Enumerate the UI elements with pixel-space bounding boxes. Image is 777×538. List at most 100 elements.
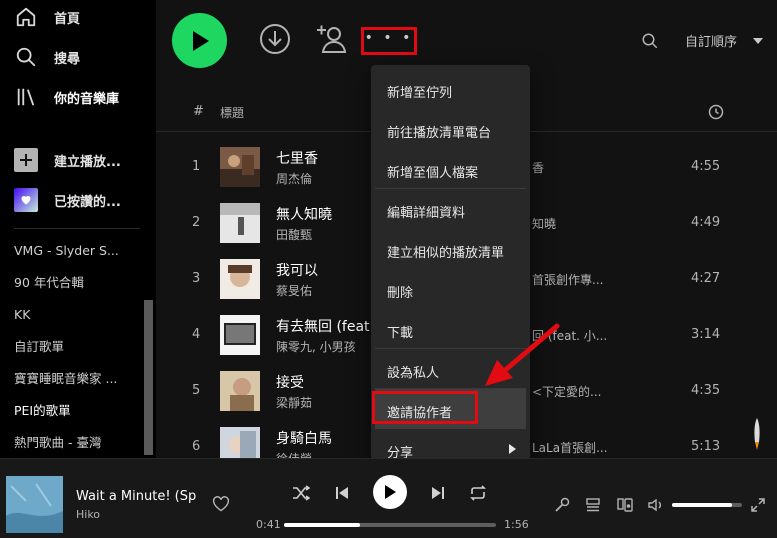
- menu-item-create-similar[interactable]: 建立相似的播放清單: [375, 229, 526, 269]
- playlist-item[interactable]: VMG - Slyder S...: [14, 240, 142, 272]
- nav-library[interactable]: 你的音樂庫: [0, 85, 119, 109]
- now-playing-artist[interactable]: Hiko: [76, 508, 100, 521]
- shuffle-button[interactable]: [291, 483, 311, 503]
- nav-search[interactable]: 搜尋: [0, 45, 80, 69]
- menu-item-add-to-queue[interactable]: 新增至佇列: [375, 69, 526, 109]
- now-playing-title[interactable]: Wait a Minute! (Sp: [76, 489, 196, 504]
- track-number: 4: [192, 327, 201, 342]
- track-duration: 4:55: [691, 159, 721, 174]
- menu-item-add-to-profile[interactable]: 新增至個人檔案: [375, 149, 526, 189]
- create-playlist-button[interactable]: 建立播放...: [0, 148, 121, 172]
- playlist-item[interactable]: 90 年代合輯: [14, 272, 142, 304]
- more-options-button[interactable]: • • •: [361, 27, 417, 55]
- repeat-button[interactable]: [468, 483, 488, 503]
- album-cover: [220, 427, 260, 458]
- liked-songs-button[interactable]: 已按讚的...: [0, 188, 121, 212]
- playlist-item-active[interactable]: PEI的歌單: [14, 400, 142, 432]
- track-title[interactable]: 無人知曉: [276, 204, 332, 224]
- track-title[interactable]: 七里香: [276, 148, 318, 168]
- lyrics-button[interactable]: [553, 496, 571, 514]
- rocket-icon: [754, 418, 760, 450]
- album-cover: [220, 371, 260, 411]
- mute-button[interactable]: [647, 496, 665, 514]
- track-artist[interactable]: 梁靜茹: [276, 394, 312, 411]
- playlist-item[interactable]: 自訂歌單: [14, 336, 142, 368]
- track-album[interactable]: 首張創作專...: [532, 271, 603, 288]
- track-number: 5: [192, 383, 201, 398]
- highlight-box: [372, 391, 478, 424]
- track-artist[interactable]: 蔡旻佑: [276, 282, 312, 299]
- track-number: 1: [192, 159, 201, 174]
- search-icon: [642, 33, 658, 49]
- shuffle-icon: [293, 485, 310, 501]
- track-album[interactable]: LaLa首張創...: [532, 439, 608, 456]
- menu-item-label: 新增至個人檔案: [387, 166, 479, 181]
- menu-item-edit-details[interactable]: 編輯詳細資料: [375, 189, 526, 229]
- add-user-icon: [317, 25, 347, 53]
- chevron-right-icon: [509, 444, 516, 454]
- play-icon: [385, 485, 396, 499]
- playlist-list: VMG - Slyder S... 90 年代合輯 KK 自訂歌單 寶寶睡眠音樂…: [14, 240, 142, 464]
- menu-item-label: 編輯詳細資料: [387, 206, 466, 221]
- fullscreen-button[interactable]: [749, 496, 767, 514]
- track-title[interactable]: 有去無回 (feat: [276, 316, 370, 336]
- track-title[interactable]: 我可以: [276, 260, 318, 280]
- now-playing-cover: [6, 476, 63, 533]
- playlist-item[interactable]: KK: [14, 304, 142, 336]
- connect-device-button[interactable]: [616, 496, 634, 514]
- queue-icon: [586, 498, 600, 512]
- album-cover: [220, 203, 260, 243]
- previous-button[interactable]: [333, 483, 351, 503]
- track-title[interactable]: 身騎白馬: [276, 428, 332, 448]
- sidebar: 首頁 搜尋 你的音樂庫 建立播放... 已按讚的... VMG - Slyder…: [0, 0, 155, 458]
- annotation-arrow-icon: [485, 323, 560, 386]
- track-artist[interactable]: 周杰倫: [276, 170, 312, 187]
- queue-button[interactable]: [584, 496, 602, 514]
- microphone-icon: [555, 497, 570, 512]
- play-button[interactable]: [172, 13, 227, 68]
- sort-dropdown[interactable]: 自訂順序: [685, 31, 737, 50]
- track-number: 3: [192, 271, 201, 286]
- playlist-item[interactable]: 寶寶睡眠音樂家 ...: [14, 368, 142, 400]
- play-pause-button[interactable]: [373, 475, 407, 509]
- playlist-search-button[interactable]: [639, 30, 661, 52]
- download-button[interactable]: [258, 22, 292, 56]
- track-artist[interactable]: 田馥甄: [276, 226, 312, 243]
- track-artist[interactable]: 徐佳瑩: [276, 450, 312, 458]
- menu-item-label: 設為私人: [387, 366, 440, 381]
- track-album[interactable]: 知曉: [532, 215, 556, 232]
- menu-item-label: 前往播放清單電台: [387, 126, 492, 141]
- nav-home[interactable]: 首頁: [0, 5, 80, 29]
- menu-item-label: 下載: [387, 326, 414, 341]
- sidebar-scrollbar[interactable]: [144, 300, 153, 455]
- like-button[interactable]: [212, 496, 230, 516]
- track-duration: 4:35: [691, 383, 721, 398]
- track-album[interactable]: 香: [532, 159, 544, 176]
- menu-item-go-to-radio[interactable]: 前往播放清單電台: [375, 109, 526, 149]
- skip-forward-icon: [432, 487, 444, 499]
- expand-icon: [751, 498, 765, 512]
- track-title[interactable]: 接受: [276, 372, 304, 392]
- menu-item-label: 刪除: [387, 286, 414, 301]
- caret-down-icon[interactable]: [753, 38, 763, 44]
- album-cover: [220, 147, 260, 187]
- plus-icon: [14, 148, 38, 172]
- album-cover: [220, 259, 260, 299]
- volume-slider[interactable]: [672, 503, 742, 507]
- play-icon: [192, 30, 209, 51]
- track-artist[interactable]: 陳零九, 小男孩: [276, 338, 356, 355]
- album-cover: [220, 315, 260, 355]
- progress-bar[interactable]: [284, 523, 496, 527]
- library-icon: [14, 85, 38, 109]
- add-collaborator-button[interactable]: [312, 22, 348, 56]
- nav-home-label: 首頁: [54, 11, 81, 27]
- header-title[interactable]: 標題: [220, 104, 244, 121]
- player-bar: Wait a Minute! (Sp Hiko 0:41 1:56: [0, 458, 777, 538]
- next-button[interactable]: [429, 483, 447, 503]
- sidebar-divider: [14, 228, 140, 229]
- total-time: 1:56: [504, 518, 529, 531]
- menu-item-delete[interactable]: 刪除: [375, 269, 526, 309]
- track-duration: 4:27: [691, 271, 721, 286]
- track-duration: 5:13: [691, 439, 721, 454]
- volume-fill: [672, 503, 732, 507]
